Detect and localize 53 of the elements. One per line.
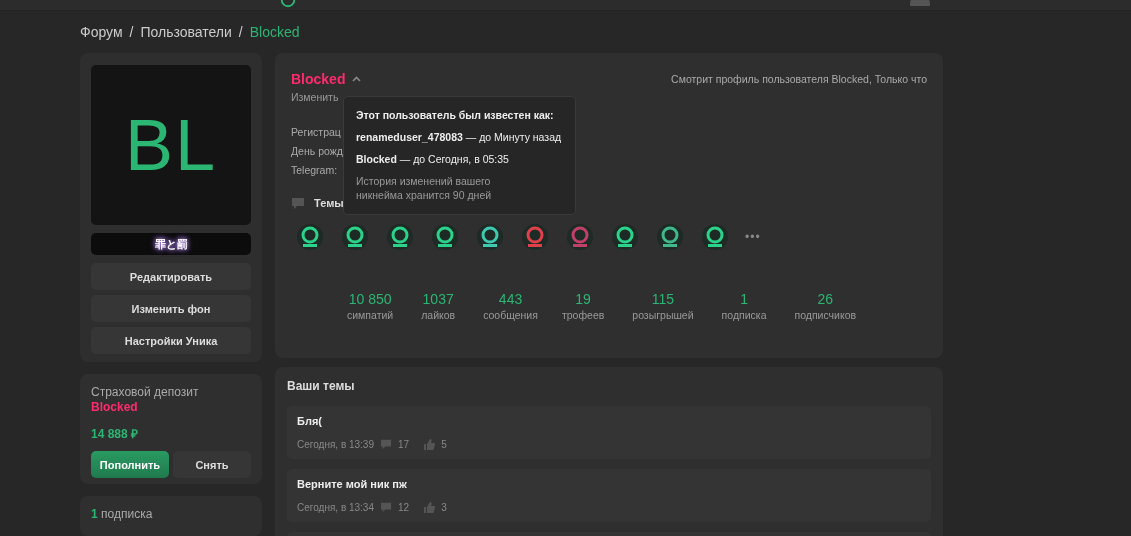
- breadcrumb-link[interactable]: Форум: [80, 24, 123, 40]
- stat-label: подписчиков: [794, 309, 857, 321]
- topic-title[interactable]: Бля(: [297, 415, 921, 427]
- deposit-username[interactable]: Blocked: [91, 400, 251, 414]
- user-banner: 罪と罰: [91, 233, 251, 255]
- stat-label: подписка: [721, 309, 767, 321]
- profile-button[interactable]: Настройки Уника: [91, 327, 251, 354]
- like-count: 3: [441, 502, 447, 513]
- viewing-status: Смотрит профиль пользователя Blocked, Только что: [671, 73, 927, 85]
- info-label: Telegram:: [291, 164, 339, 176]
- breadcrumb-separator: /: [238, 24, 243, 40]
- info-label: Регистрац: [291, 126, 341, 138]
- stat-value[interactable]: 26: [817, 291, 834, 307]
- like-count: 5: [441, 439, 447, 450]
- section-title: Ваши темы: [287, 379, 356, 393]
- breadcrumb-link[interactable]: Blocked: [249, 24, 300, 40]
- more-trophies-button[interactable]: •••: [745, 230, 761, 244]
- comment-count: 17: [398, 439, 410, 450]
- stat-value[interactable]: 1037: [422, 291, 454, 307]
- comment-count: 12: [398, 502, 410, 513]
- tooltip-title: Этот пользователь был известен как:: [356, 109, 555, 121]
- stat-label: сообщения: [483, 309, 538, 321]
- topic-date: Сегодня, в 13:34: [297, 502, 374, 513]
- topics-link[interactable]: Темы: [314, 197, 344, 209]
- deposit-button[interactable]: Снять: [173, 451, 251, 478]
- stat-value[interactable]: 1: [740, 291, 748, 307]
- stat-label: розыгрышей: [632, 309, 694, 321]
- deposit-title: Страховой депозит: [91, 385, 200, 399]
- stat-value[interactable]: 443: [498, 291, 523, 307]
- breadcrumb-separator: /: [129, 24, 134, 40]
- breadcrumb-link[interactable]: Пользователи: [140, 24, 232, 40]
- topic-title[interactable]: Верните мой ник пж: [297, 478, 921, 490]
- stat-label: трофеев: [561, 309, 605, 321]
- stat-value[interactable]: 115: [651, 291, 675, 307]
- deposit-button[interactable]: Пополнить: [91, 451, 169, 478]
- subscriptions-count[interactable]: 1 подписка: [91, 507, 153, 521]
- tooltip-note: История изменений вашего никнейма хранится 90 дней: [356, 175, 493, 203]
- nickname-history-entry: renameduser_478083 — до Минуту назад: [356, 131, 563, 143]
- avatar: BL: [91, 65, 251, 225]
- stat-label: лайков: [421, 309, 456, 321]
- deposit-amount: 14 888 ₽: [91, 426, 140, 442]
- topic-item[interactable]: Бля( Сегодня, в 13:39 17 5: [287, 406, 931, 459]
- info-label: День рожд: [291, 145, 341, 157]
- stat-label: симпатий: [347, 309, 394, 321]
- change-link[interactable]: Изменить: [291, 91, 339, 103]
- profile-button[interactable]: Редактировать: [91, 263, 251, 290]
- stat-value[interactable]: 19: [575, 291, 591, 307]
- topic-item[interactable]: Верните мой ник пж Сегодня, в 13:34 12 3: [287, 469, 931, 522]
- nickname-history-entry: Blocked — до Сегодня, в 05:35: [356, 153, 510, 165]
- stat-value[interactable]: 10 850: [348, 291, 392, 307]
- profile-button[interactable]: Изменить фон: [91, 295, 251, 322]
- username: Blocked: [291, 71, 346, 87]
- topic-date: Сегодня, в 13:39: [297, 439, 374, 450]
